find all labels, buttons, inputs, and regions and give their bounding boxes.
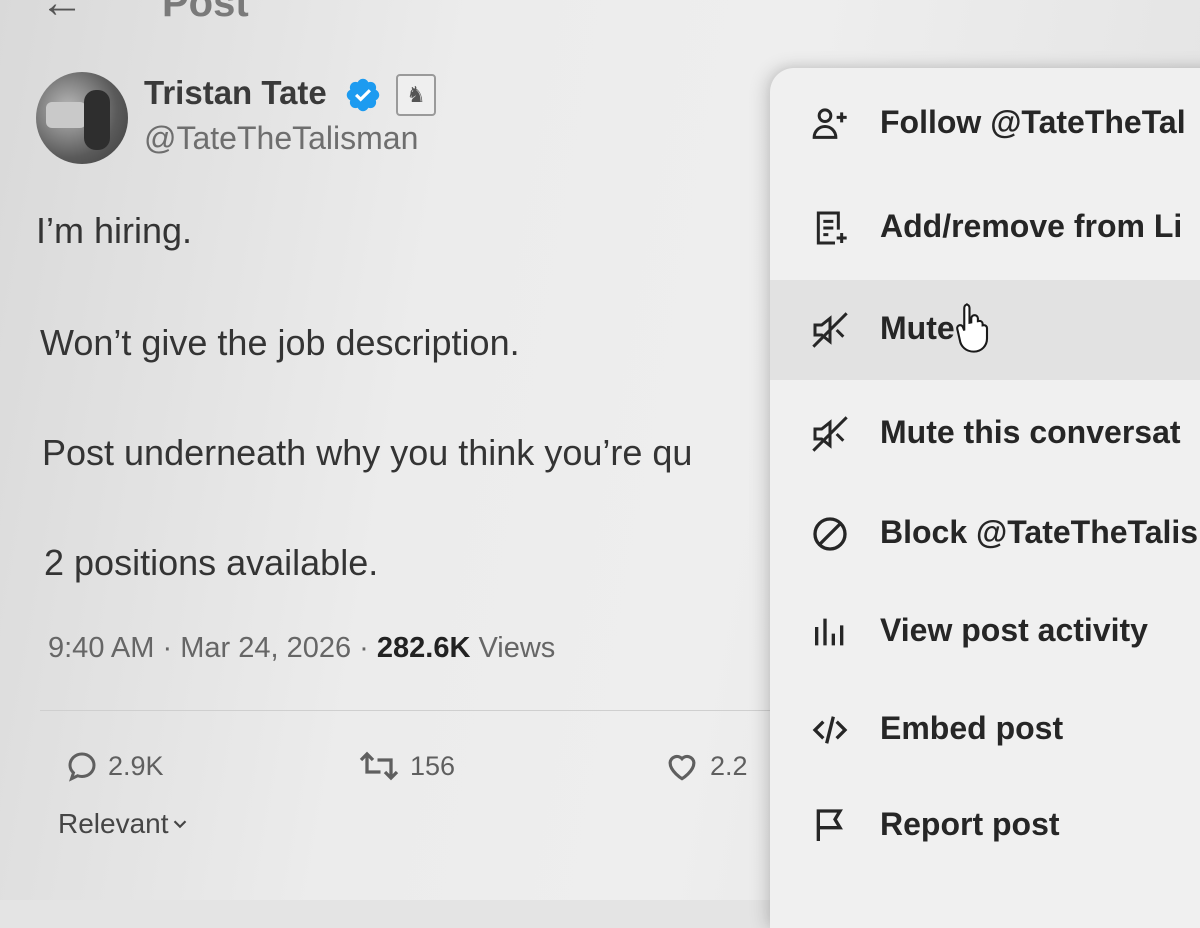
verified-badge-icon [346, 78, 380, 112]
back-arrow-icon[interactable]: ← [40, 0, 84, 28]
reply-button[interactable]: 2.9K [64, 744, 164, 788]
sort-label: Relevant [58, 808, 169, 839]
author-handle[interactable]: @TateTheTalisman [144, 120, 418, 157]
menu-item-report[interactable]: Report post [770, 776, 1200, 876]
menu-item-block[interactable]: Block @TateTheTalis [770, 484, 1200, 584]
like-count: 2.2 [710, 750, 748, 781]
menu-item-label: Block @TateTheTalis [880, 514, 1199, 550]
author-name[interactable]: Tristan Tate [144, 74, 327, 112]
views-count: 282.6K [376, 632, 471, 664]
repost-icon [359, 751, 399, 781]
menu-item-mute-conversation[interactable]: Mute this conversat [770, 384, 1200, 484]
mute-icon [812, 416, 848, 452]
menu-item-label: Report post [880, 806, 1060, 842]
post-text-line: I’m hiring. [36, 210, 193, 251]
chevron-down-icon [173, 820, 186, 829]
menu-item-label: Mute this conversat [880, 414, 1181, 450]
post-options-menu: Follow @TateTheTal Add/remove from Li Mu… [770, 68, 1200, 928]
menu-item-label: Mute [880, 310, 955, 346]
divider [40, 710, 770, 711]
page-title: Post [162, 0, 249, 25]
activity-icon [815, 618, 844, 646]
heart-icon [668, 754, 696, 781]
flag-icon [816, 809, 843, 841]
post-text-line: Won’t give the job description. [40, 322, 520, 363]
post-text-line: Post underneath why you think you’re qu [42, 432, 693, 473]
meta-separator: · [359, 632, 369, 664]
menu-item-add-remove-list[interactable]: Add/remove from Li [770, 178, 1200, 278]
post-time[interactable]: 9:40 AM [48, 632, 154, 664]
repost-button[interactable]: 156 [356, 744, 455, 788]
menu-item-label: View post activity [880, 612, 1148, 648]
menu-item-label: Embed post [880, 710, 1064, 746]
post-text-line: 2 positions available. [44, 542, 379, 583]
affiliate-badge-icon[interactable]: ♞ [396, 74, 436, 116]
block-icon [813, 517, 847, 551]
post-date[interactable]: Mar 24, 2026 [180, 632, 351, 664]
menu-item-label: Add/remove from Li [880, 208, 1183, 244]
meta-separator: · [162, 632, 173, 664]
hand-cursor-icon [956, 303, 989, 353]
list-add-icon [816, 211, 847, 245]
repost-count: 156 [410, 750, 456, 781]
avatar[interactable] [36, 72, 128, 164]
post-meta: 9:40 AM · Mar 24, 2026 · 282.6K Views [48, 632, 555, 665]
reply-count: 2.9K [108, 750, 164, 781]
top-bar: ← Post [0, 0, 700, 28]
sort-dropdown[interactable]: Relevant [58, 808, 191, 840]
menu-item-embed[interactable]: Embed post [770, 680, 1200, 780]
reply-icon [68, 752, 96, 782]
views-label: Views [478, 632, 556, 664]
menu-item-view-activity[interactable]: View post activity [770, 582, 1200, 682]
menu-item-label: Follow @TateTheTal [880, 104, 1186, 140]
mute-icon [812, 312, 848, 348]
code-icon [812, 716, 848, 744]
menu-item-follow[interactable]: Follow @TateTheTal [770, 74, 1200, 174]
like-button[interactable]: 2.2 [662, 744, 748, 788]
follow-user-icon [812, 108, 847, 139]
screen: ← Post Tristan Tate ♞ @TateTheTalisman I… [0, 0, 1200, 928]
